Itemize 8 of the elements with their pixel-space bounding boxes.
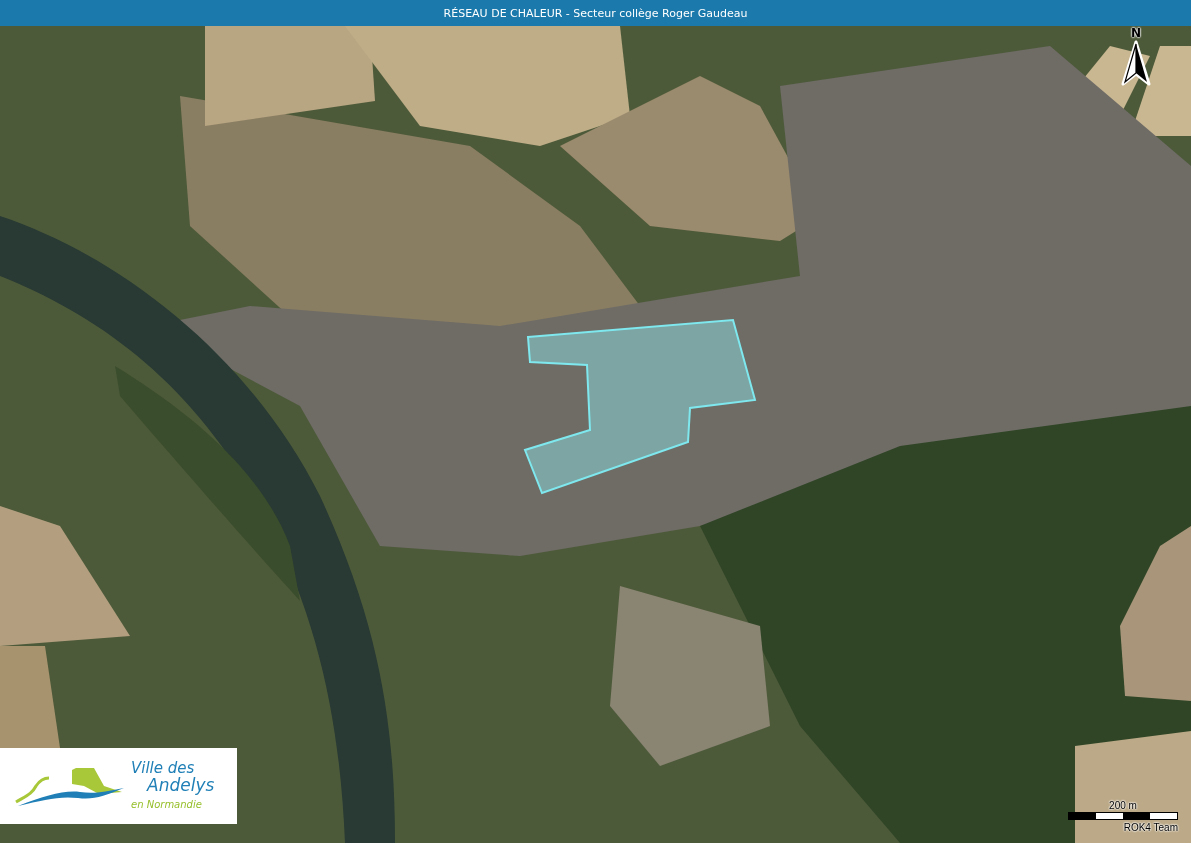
north-arrow-icon (1120, 40, 1152, 88)
logo-text: Ville des (131, 760, 195, 776)
scale-label: 200 m (1109, 800, 1137, 812)
north-label: N (1130, 26, 1141, 40)
logo-tagline: en Normandie (131, 798, 202, 812)
attribution-text: ROK4 Team (1123, 822, 1178, 834)
map-title: RÉSEAU DE CHALEUR - Secteur collège Roger Gaudeau (443, 6, 748, 20)
logo-text: Andelys (147, 776, 215, 794)
